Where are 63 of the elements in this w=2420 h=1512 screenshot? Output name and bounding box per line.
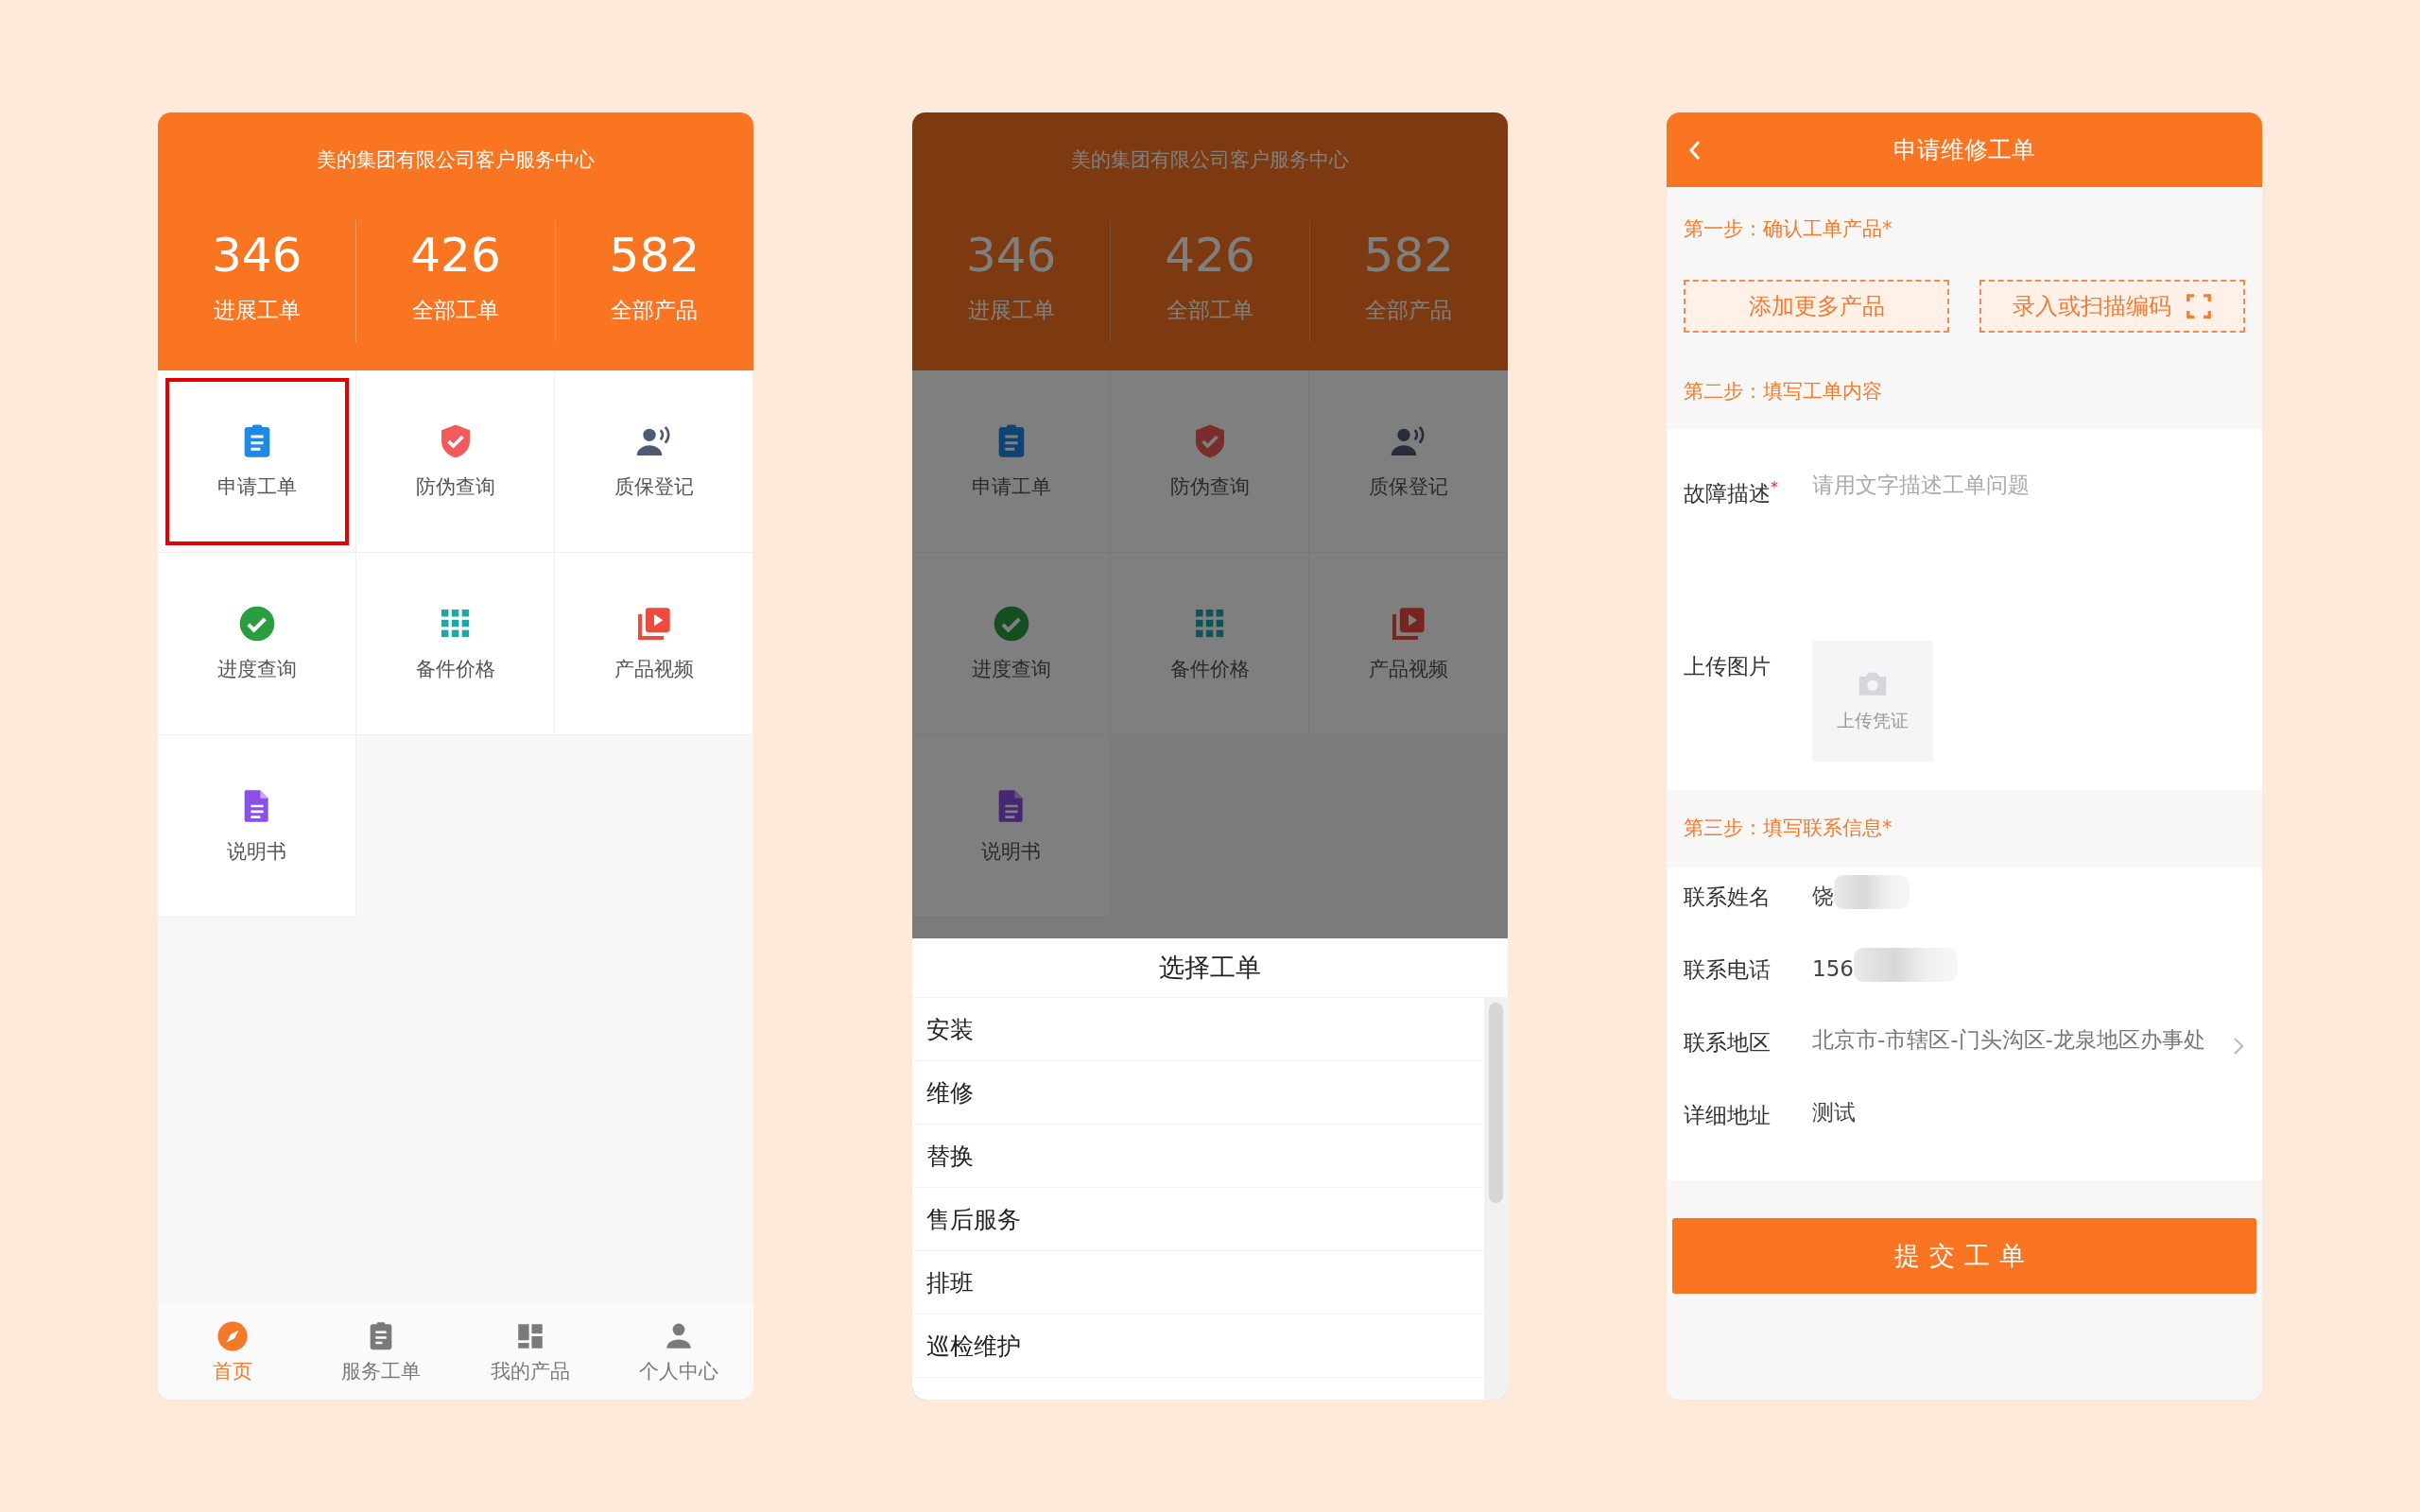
field-label: 详细地址 [1684,1102,1772,1129]
field-value: 156 [1812,956,1854,981]
sheet-option[interactable]: 替换 [912,1125,1484,1188]
chevron-right-icon[interactable] [2232,1036,2245,1057]
sheet-option[interactable]: 安装 [912,998,1484,1061]
upload-button[interactable]: 上传凭证 [1812,641,1933,762]
step-heading: 第一步：确认工单产品* [1684,216,1893,242]
step-heading: 第二步：填写工单内容 [1684,379,1883,404]
sheet-option[interactable]: 巡检维护 [912,1314,1484,1378]
sheet-title: 选择工单 [912,938,1508,998]
check-circle-icon [992,605,1030,643]
field-label: 上传图片 [1684,653,1772,680]
stat-label: 全部产品 [1365,297,1453,324]
sheet-option[interactable]: 维修 [912,1061,1484,1125]
add-product-button[interactable]: 添加更多产品 [1684,280,1949,333]
menu-item[interactable]: 备件价格 [356,553,555,735]
stat-label: 进展工单 [213,297,301,324]
stat-value: 346 [211,232,302,279]
menu-item[interactable]: 质保登记 [1309,370,1508,553]
back-icon[interactable] [1687,139,1703,162]
scan-icon [2184,292,2213,320]
stat-value: 582 [609,232,700,279]
company-title: 美的集团有限公司客户服务中心 [317,147,595,173]
stat-value: 582 [1363,232,1455,279]
field-label: 联系地区 [1684,1029,1772,1057]
menu-item[interactable]: 备件价格 [1111,553,1309,735]
stat-label: 全部产品 [611,297,699,324]
field-value: 测试 [1812,1101,1856,1125]
menu-item[interactable]: 申请工单 [158,370,356,553]
sheet-option[interactable]: 售后服务 [912,1188,1484,1251]
field-value: 饶 [1812,884,1834,908]
stat-value: 426 [410,232,501,279]
field-label: 故障描述$^{*}$ [1684,478,1779,507]
menu-item[interactable]: 防伪查询 [356,370,555,553]
check-circle-icon [237,605,276,643]
stat-value: 426 [1165,232,1255,279]
stat-label: 进展工单 [967,297,1055,324]
stat-value: 346 [965,232,1057,279]
menu-item[interactable]: 进度查询 [158,553,356,735]
compass-icon [216,1319,249,1352]
company-title: 美的集团有限公司客户服务中心 [1071,147,1349,173]
nav-tab[interactable]: 服务工单 [306,1304,456,1400]
page-title: 申请维修工单 [1893,135,2035,165]
step-heading: 第三步：填写联系信息* [1684,816,1893,841]
stat-label: 全部工单 [412,297,499,324]
sheet-option[interactable]: 排班 [912,1251,1484,1314]
nav-tab[interactable]: 我的产品 [456,1304,605,1400]
menu-item[interactable]: 防伪查询 [1111,370,1309,553]
stat-label: 全部工单 [1167,297,1253,324]
menu-item[interactable]: 质保登记 [555,370,753,553]
menu-item[interactable]: 申请工单 [912,370,1111,553]
field-label: 联系姓名 [1684,884,1772,911]
menu-item[interactable]: 说明书 [158,735,356,918]
scrollbar-thumb[interactable] [1489,1003,1503,1203]
submit-button[interactable]: 提交工单 [1672,1218,2256,1294]
menu-item[interactable]: 说明书 [912,735,1111,918]
menu-item[interactable]: 产品视频 [1309,553,1508,735]
menu-item[interactable]: 产品视频 [555,553,753,735]
scan-code-button[interactable]: 录入或扫描编码 [1979,280,2245,333]
nav-tab[interactable]: 首页 [158,1304,307,1400]
nav-tab[interactable]: 个人中心 [604,1304,753,1400]
field-label: 联系电话 [1684,956,1772,984]
menu-item[interactable]: 进度查询 [912,553,1111,735]
